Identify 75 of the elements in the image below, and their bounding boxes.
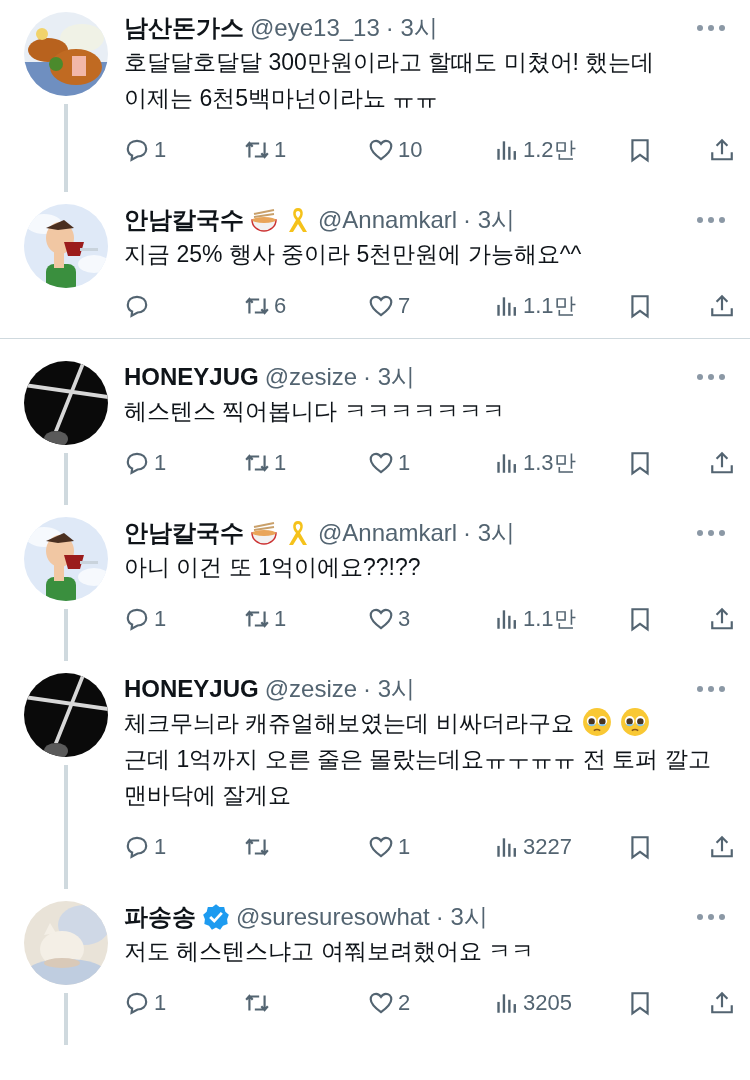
share-icon[interactable] — [709, 606, 735, 632]
repost-count: 1 — [274, 606, 287, 632]
share-icon[interactable] — [709, 834, 735, 860]
post-time: · 3시 — [463, 518, 516, 548]
like-count: 1 — [398, 450, 411, 476]
repost-count: 6 — [274, 293, 287, 319]
reply-count: 1 — [154, 606, 167, 632]
user-handle[interactable]: @Annamkarl — [318, 206, 458, 234]
user-handle[interactable]: @Annamkarl — [318, 519, 458, 547]
view-count: 3205 — [523, 990, 572, 1016]
repost-count: 1 — [274, 450, 287, 476]
user-name[interactable]: HONEYJUG — [124, 363, 259, 391]
share-icon[interactable] — [709, 137, 735, 163]
post-text: 체크무늬라 캐쥬얼해보였는데 비싸더라구요 — [124, 709, 574, 738]
share-icon[interactable] — [709, 450, 735, 476]
post-text: 호달달호달달 300만원이라고 할때도 미쳤어! 했는데 이제는 6천5백마넌이라뇨 ㅠㅠ — [124, 48, 656, 113]
heart-icon[interactable] — [368, 990, 394, 1016]
share-icon[interactable] — [709, 990, 735, 1016]
more-options-icon[interactable] — [696, 216, 726, 224]
post-time: · 3시 — [463, 205, 516, 235]
user-name[interactable]: 남산돈가스 — [124, 12, 244, 44]
post-text: 헤스텐스 찍어봅니다 ㅋㅋㅋㅋㅋㅋㅋ — [124, 397, 505, 426]
heart-icon[interactable] — [368, 450, 394, 476]
verified-badge-icon — [202, 903, 230, 931]
view-count: 1.1만 — [523, 292, 576, 320]
more-options-icon[interactable] — [696, 913, 726, 921]
teary-face-icon — [619, 707, 650, 737]
post-text: 아니 이건 또 1억이에요??!?? — [124, 553, 421, 582]
user-name[interactable]: HONEYJUG — [124, 675, 259, 703]
view-count: 1.3만 — [523, 449, 576, 477]
like-count: 2 — [398, 990, 411, 1016]
view-count: 1.2만 — [523, 136, 576, 164]
reply-icon[interactable] — [124, 450, 150, 476]
reply-count: 1 — [154, 990, 167, 1016]
more-options-icon[interactable] — [696, 685, 726, 693]
post-text: 지금 25% 행사 중이라 5천만원에 가능해요^^ — [124, 240, 582, 269]
post-text: 저도 헤스텐스냐고 여쭤보려했어요 ㅋㅋ — [124, 937, 535, 966]
reply-icon[interactable] — [124, 834, 150, 860]
like-count: 1 — [398, 834, 411, 860]
repost-count: 1 — [274, 137, 287, 163]
like-count: 10 — [398, 137, 423, 163]
more-options-icon[interactable] — [696, 529, 726, 537]
more-options-icon[interactable] — [696, 24, 726, 32]
like-count: 7 — [398, 293, 411, 319]
reply-count: 1 — [154, 834, 167, 860]
user-name[interactable]: 파송송 — [124, 901, 196, 933]
reply-icon[interactable] — [124, 606, 150, 632]
heart-icon[interactable] — [368, 606, 394, 632]
reply-icon[interactable] — [124, 990, 150, 1016]
more-options-icon[interactable] — [696, 373, 726, 381]
reply-count: 1 — [154, 450, 167, 476]
view-count: 3227 — [523, 834, 572, 860]
noodle-bowl-icon — [250, 519, 278, 547]
heart-icon[interactable] — [368, 137, 394, 163]
user-handle[interactable]: @zesize — [264, 675, 358, 703]
reply-icon[interactable] — [124, 293, 150, 319]
post-time: · 3시 — [363, 362, 416, 392]
heart-icon[interactable] — [368, 834, 394, 860]
heart-icon[interactable] — [368, 293, 394, 319]
user-name[interactable]: 안남칼국수 — [124, 517, 244, 549]
user-handle[interactable]: @eye13_13 — [250, 14, 380, 42]
post-time: · 3시 — [385, 13, 438, 43]
like-count: 3 — [398, 606, 411, 632]
post-text: 근데 1억까지 오른 줄은 몰랐는데요ㅠㅜㅠㅠ 전 토퍼 깔고 맨바닥에 잘게요 — [124, 745, 712, 810]
noodle-bowl-icon — [250, 206, 278, 234]
user-handle[interactable]: @suresuresowhat — [236, 903, 430, 931]
reply-icon[interactable] — [124, 137, 150, 163]
post-time: · 3시 — [435, 902, 488, 932]
post-time: · 3시 — [363, 674, 416, 704]
teary-face-icon — [581, 707, 612, 737]
view-count: 1.1만 — [523, 605, 576, 633]
share-icon[interactable] — [709, 293, 735, 319]
user-name[interactable]: 안남칼국수 — [124, 204, 244, 236]
reply-count: 1 — [154, 137, 167, 163]
user-handle[interactable]: @zesize — [264, 363, 358, 391]
